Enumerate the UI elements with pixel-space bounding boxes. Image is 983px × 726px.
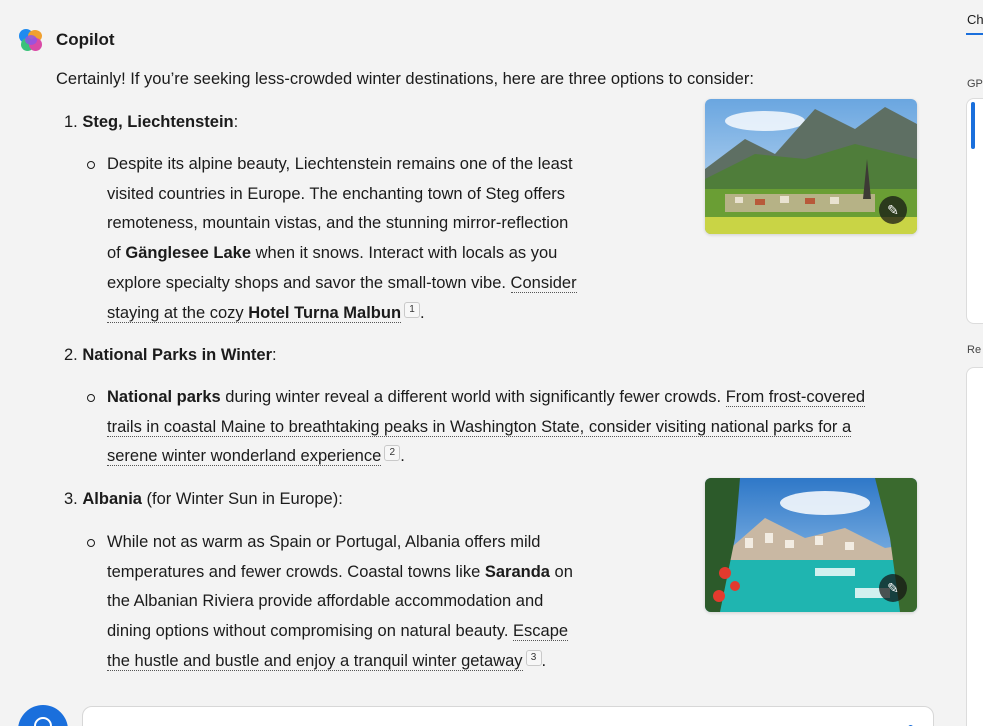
- bullet-icon: [87, 161, 95, 169]
- citation-link[interactable]: staying at the cozy Hotel Turna Malbun: [107, 303, 402, 323]
- recent-section-label: Re: [967, 344, 982, 356]
- tab-chats[interactable]: Ch: [967, 12, 983, 27]
- new-topic-icon: [34, 717, 52, 726]
- new-topic-button[interactable]: [18, 705, 68, 726]
- microphone-icon[interactable]: ●: [907, 719, 915, 726]
- citation-link[interactable]: trails in coastal Maine to breathtaking …: [107, 417, 852, 437]
- message-header: Copilot: [18, 27, 115, 53]
- magic-wand-icon[interactable]: ✎: [879, 196, 907, 224]
- citation-link[interactable]: From frost-covered: [725, 388, 866, 407]
- list-item-3-title: 3. Albania (for Winter Sun in Europe):: [64, 490, 343, 508]
- citation-link[interactable]: Escape: [513, 622, 569, 642]
- citation-link[interactable]: Consider: [510, 273, 577, 293]
- steg-image[interactable]: ✎: [705, 99, 917, 234]
- magic-wand-icon[interactable]: ✎: [879, 574, 907, 602]
- list-item-2-title: 2. National Parks in Winter:: [64, 346, 277, 364]
- right-panel: Ch GP Re: [955, 0, 983, 726]
- recent-card[interactable]: [966, 367, 983, 726]
- selected-indicator: [971, 102, 975, 149]
- gpt-section-label: GP: [967, 78, 983, 90]
- list-item-1-title: 1. Steg, Liechtenstein:: [64, 113, 239, 131]
- assistant-name: Copilot: [56, 30, 115, 49]
- citation-ref-3[interactable]: 3: [525, 649, 542, 666]
- intro-text: Certainly! If you’re seeking less-crowde…: [56, 70, 754, 88]
- list-item-1-body: Despite its alpine beauty, Liechtenstein…: [107, 155, 577, 323]
- chat-area: Copilot Certainly! If you’re seeking les…: [0, 0, 955, 726]
- citation-link[interactable]: the hustle and bustle and enjoy a tranqu…: [107, 651, 523, 671]
- bullet-icon: [87, 394, 95, 402]
- citation-ref-2[interactable]: 2: [384, 445, 401, 462]
- albania-image[interactable]: ✎: [705, 478, 917, 612]
- copilot-logo-icon: [18, 27, 44, 53]
- active-tab-indicator: [966, 33, 983, 35]
- list-item-3-body: While not as warm as Spain or Portugal, …: [107, 533, 573, 671]
- citation-link[interactable]: serene winter wonderland experience: [107, 447, 382, 467]
- list-item-2-body: National parks during winter reveal a di…: [107, 388, 866, 467]
- citation-ref-1[interactable]: 1: [404, 301, 421, 318]
- bullet-icon: [87, 539, 95, 547]
- chat-input[interactable]: ●: [82, 706, 934, 726]
